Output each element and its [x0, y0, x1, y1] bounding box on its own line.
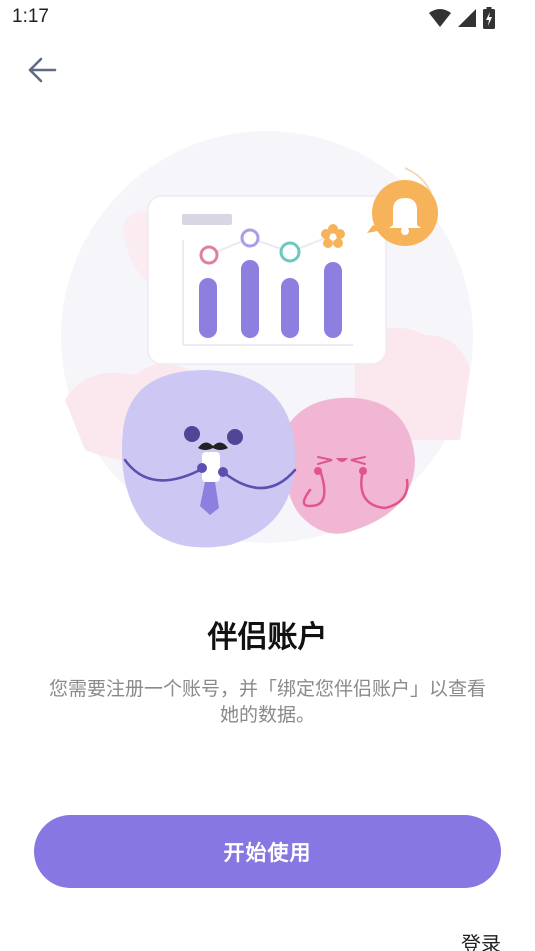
cellular-signal-icon: [458, 9, 476, 27]
partner-illustration: [61, 131, 473, 548]
status-bar: 1:17: [0, 0, 535, 36]
arrow-left-icon: [28, 57, 57, 83]
status-icons: [429, 7, 495, 29]
back-button[interactable]: [22, 50, 62, 90]
battery-charging-icon: [483, 7, 495, 29]
chart-card: [147, 195, 387, 365]
wifi-icon: [429, 9, 451, 27]
partner-account-screen: 1:17 伴侣账户 您需要注册一个账号，并「绑定您伴侣账户」以查看她的数据。 开…: [0, 0, 535, 951]
status-time: 1:17: [12, 6, 49, 27]
page-description: 您需要注册一个账号，并「绑定您伴侣账户」以查看她的数据。: [48, 678, 486, 726]
pink-character: [284, 397, 415, 534]
login-link[interactable]: 登录: [461, 928, 501, 951]
get-started-button[interactable]: 开始使用: [34, 815, 501, 888]
page-title: 伴侣账户: [207, 620, 328, 655]
card-title-bar: [182, 214, 232, 225]
purple-character: [121, 370, 297, 548]
